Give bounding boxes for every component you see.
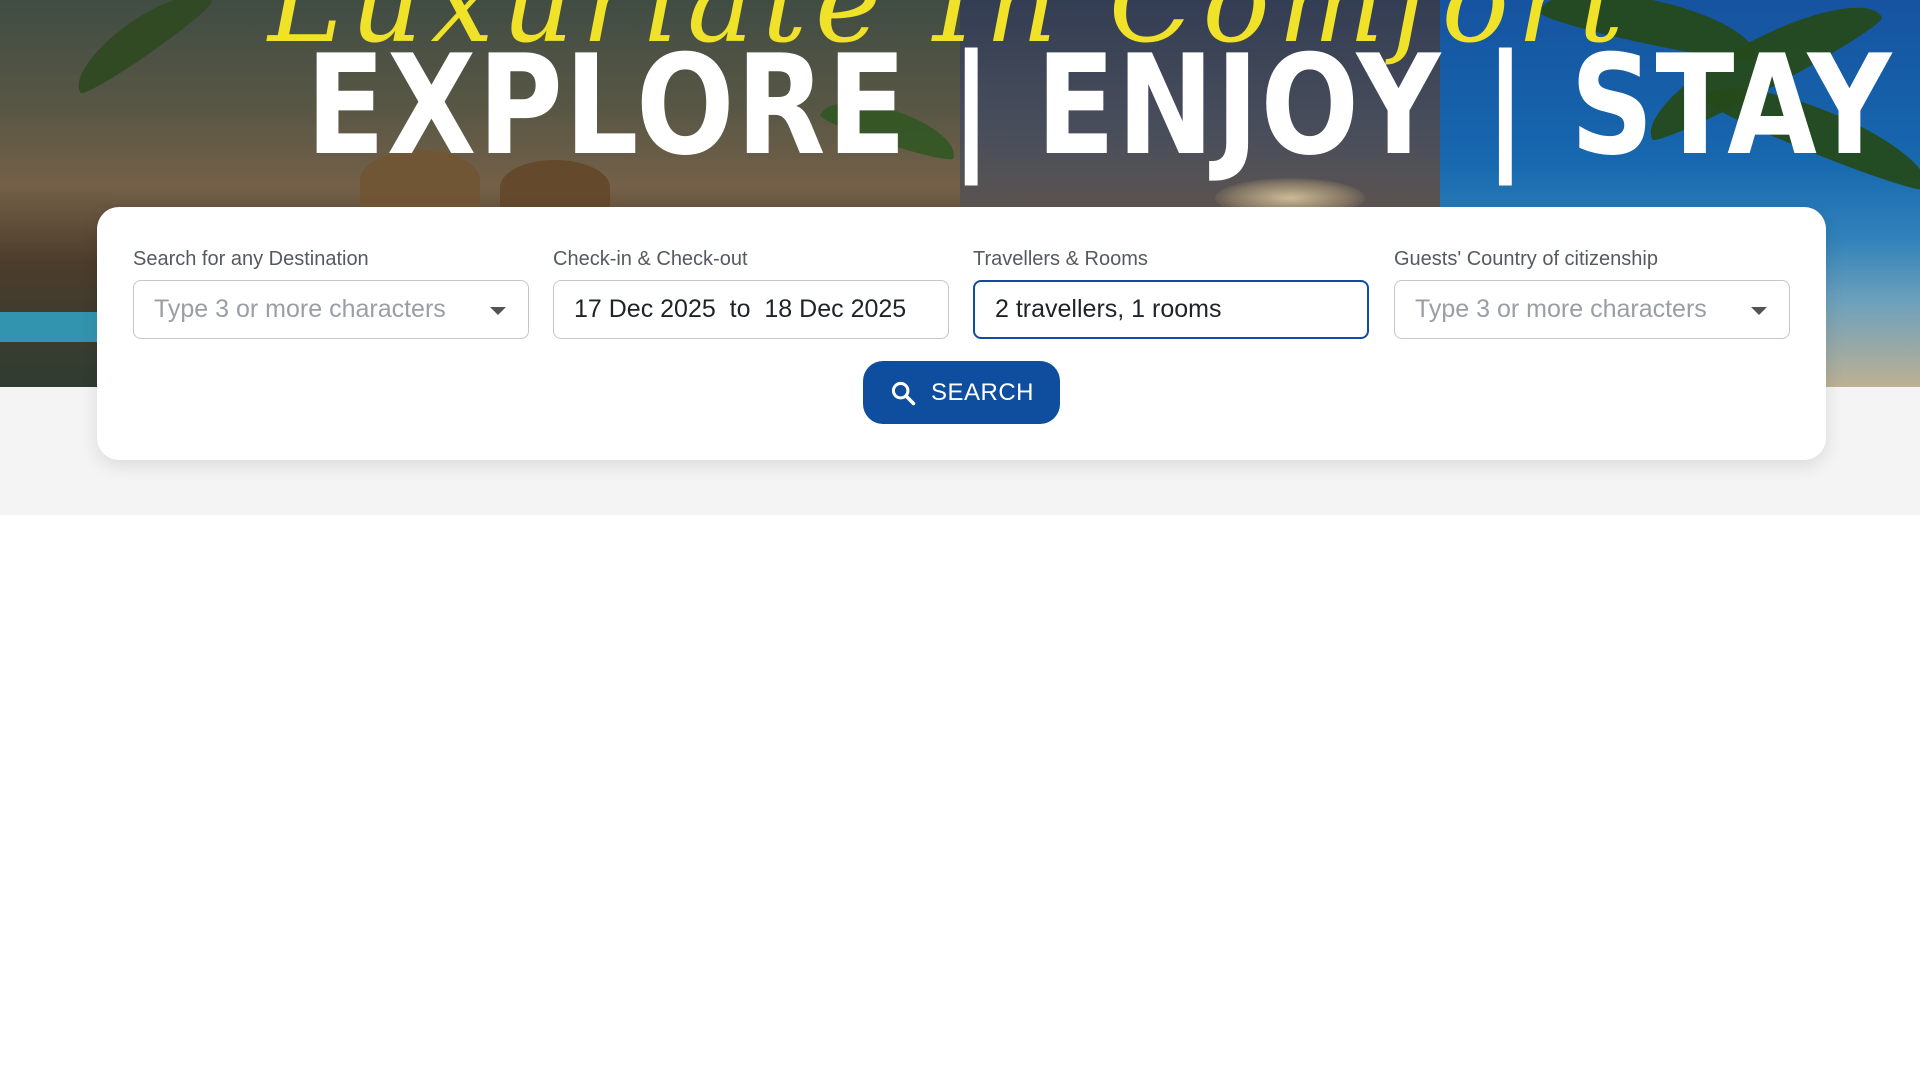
citizenship-field: Guests' Country of citizenship Type 3 or…: [1394, 247, 1790, 339]
dates-field: Check-in & Check-out 17 Dec 2025 to 18 D…: [553, 247, 949, 339]
search-button-label: SEARCH: [930, 378, 1035, 406]
search-button[interactable]: SEARCH: [863, 361, 1060, 424]
citizenship-placeholder: Type 3 or more characters: [1415, 295, 1707, 323]
travellers-field: Travellers & Rooms 2 travellers, 1 rooms: [973, 247, 1369, 339]
dates-label: Check-in & Check-out: [553, 248, 748, 270]
search-card: Search for any Destination Type 3 or mor…: [97, 207, 1826, 460]
dates-value: 17 Dec 2025 to 18 Dec 2025: [574, 295, 907, 323]
destination-placeholder: Type 3 or more characters: [154, 295, 446, 323]
travellers-value: 2 travellers, 1 rooms: [995, 295, 1222, 323]
destination-label: Search for any Destination: [133, 248, 369, 270]
dates-input[interactable]: 17 Dec 2025 to 18 Dec 2025: [553, 280, 949, 339]
destination-input[interactable]: Type 3 or more characters: [133, 280, 529, 339]
search-icon: [891, 381, 916, 405]
travellers-label: Travellers & Rooms: [973, 248, 1148, 270]
citizenship-label: Guests' Country of citizenship: [1394, 248, 1658, 270]
hero-title: EXPLORE | ENJOY | STAY: [306, 25, 1894, 186]
travellers-input[interactable]: 2 travellers, 1 rooms: [973, 280, 1369, 339]
chevron-down-icon[interactable]: [1751, 307, 1767, 315]
chevron-down-icon[interactable]: [490, 307, 506, 315]
citizenship-input[interactable]: Type 3 or more characters: [1394, 280, 1790, 339]
destination-field: Search for any Destination Type 3 or mor…: [133, 247, 529, 339]
